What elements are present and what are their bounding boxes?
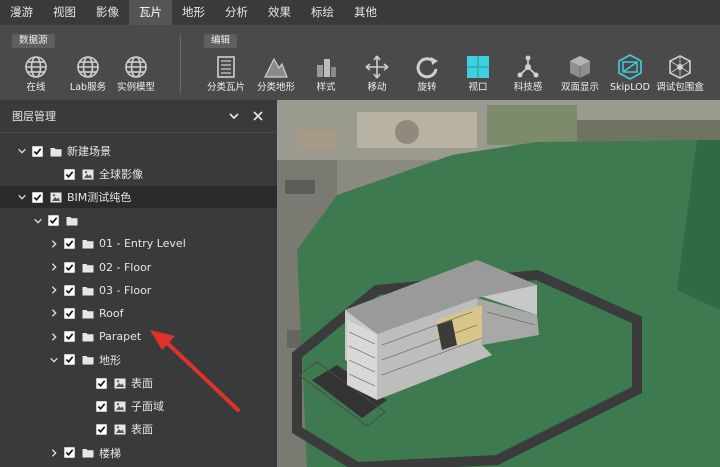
app-window: 漫游 视图 影像 瓦片 地形 分析 效果 标绘 其他 数据源 编辑 在线 Lab服务 实例模型 分类瓦… xyxy=(0,0,720,467)
annotation-arrow xyxy=(150,330,240,412)
